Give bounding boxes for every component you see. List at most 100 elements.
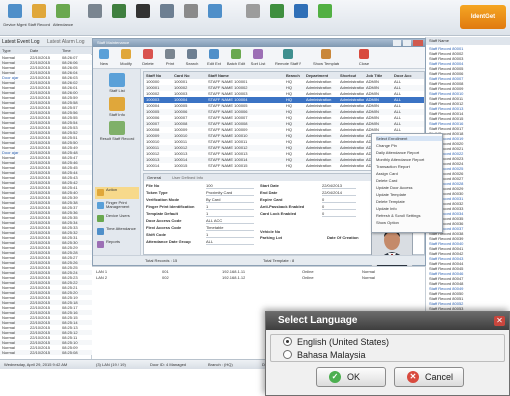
- detail-field-value[interactable]: ALL ACC: [206, 218, 254, 224]
- dialog-close-icon[interactable]: ✕: [494, 316, 505, 326]
- staff-record-button[interactable]: Staff Record: [28, 2, 50, 32]
- staff-info-icon[interactable]: [109, 97, 125, 111]
- staff-cell: 100011: [146, 145, 160, 150]
- staff-cell: HQ: [286, 79, 292, 84]
- col-date[interactable]: Date: [30, 48, 38, 53]
- detail-field-value[interactable]: 100: [206, 183, 254, 189]
- language-option-malay[interactable]: Bahasa Malaysia: [283, 349, 483, 361]
- chat-button[interactable]: [204, 2, 226, 32]
- grid-col-header[interactable]: Staff Name: [208, 73, 229, 78]
- staff-toolbar-modify-button[interactable]: Modify: [117, 48, 135, 68]
- radio-malay[interactable]: [283, 350, 292, 359]
- next-arrow-button[interactable]: [314, 2, 336, 32]
- device-mgmt-button[interactable]: Device Mgmt: [3, 2, 27, 32]
- detail-field-value[interactable]: 0: [322, 204, 356, 210]
- attendance-button[interactable]: Attendance: [52, 2, 74, 32]
- staff-nav-item[interactable]: Device Users: [95, 213, 139, 225]
- toolbar-action-icon: [143, 49, 153, 59]
- detail-field-value[interactable]: By Card: [206, 197, 254, 203]
- door-button[interactable]: [108, 2, 130, 32]
- staff-toolbar-search-button[interactable]: Search: [183, 48, 201, 68]
- dialog-titlebar[interactable]: Select Language ✕: [266, 312, 509, 330]
- grid-col-header[interactable]: Shortcut: [340, 73, 356, 78]
- detail-field-value[interactable]: Proximity Card: [206, 190, 254, 196]
- device-row[interactable]: LAN 2 002 192.168.1.12 Online Normal: [92, 275, 425, 281]
- nav-icon: [97, 202, 104, 209]
- context-menu-item[interactable]: Transaction Report: [376, 164, 442, 169]
- minimize-icon[interactable]: [393, 40, 401, 46]
- staff-cell: Administration: [306, 109, 332, 114]
- staff-toolbar-show-template-of-enrollment-button[interactable]: Show Template Of Enrollment: [313, 48, 339, 68]
- toolbar-action-icon: [359, 49, 369, 59]
- side-result-record[interactable]: Result Staff Record: [95, 136, 139, 141]
- detail-field-value[interactable]: 1: [206, 211, 254, 217]
- context-menu-item[interactable]: Daily Attendance Report: [376, 150, 442, 155]
- staff-nav-item[interactable]: Reports: [95, 239, 139, 251]
- staff-toolbar-remote-staff-record-button[interactable]: Remote Staff Record: [275, 48, 301, 68]
- staff-toolbar-new-button[interactable]: New: [95, 48, 113, 68]
- grid-col-header[interactable]: Door Acc: [394, 73, 412, 78]
- export-button[interactable]: [266, 2, 288, 32]
- search-button[interactable]: [156, 2, 178, 32]
- printer-button[interactable]: [84, 2, 106, 32]
- result-record-icon[interactable]: [109, 121, 125, 135]
- context-menu-item[interactable]: Update Template: [376, 192, 442, 197]
- detail-field-value[interactable]: 0: [322, 197, 356, 203]
- staff-toolbar-close-button[interactable]: Close: [355, 48, 373, 68]
- context-menu-item[interactable]: Delete Card: [376, 178, 442, 183]
- grid-col-header[interactable]: Card No: [174, 73, 190, 78]
- grid-col-header[interactable]: Staff No: [146, 73, 161, 78]
- grid-col-header[interactable]: Job Title: [366, 73, 382, 78]
- context-menu-item[interactable]: Change Pin: [376, 143, 442, 148]
- detail-field-value[interactable]: 1: [206, 232, 254, 238]
- staff-nav-item[interactable]: Finger Print Management: [95, 200, 139, 212]
- camera-button[interactable]: [132, 2, 154, 32]
- staff-toolbar-edit-ext-button[interactable]: Edit Ext: [205, 48, 223, 68]
- staff-window-titlebar[interactable]: Staff Maintenance: [93, 39, 425, 47]
- staff-nav-item[interactable]: Action: [95, 187, 139, 199]
- context-menu-item[interactable]: Update Info: [376, 206, 442, 211]
- detail-field-value[interactable]: 22/04/2014: [322, 190, 356, 196]
- grid-col-header[interactable]: Branch: [286, 73, 300, 78]
- col-type[interactable]: Type: [2, 48, 11, 53]
- language-option-english[interactable]: English (United States): [283, 336, 483, 348]
- context-menu-item[interactable]: Show Option: [376, 220, 442, 225]
- radio-english[interactable]: [283, 337, 292, 346]
- col-time[interactable]: Time: [62, 48, 71, 53]
- detail-field-value[interactable]: 0: [322, 211, 356, 217]
- key-button[interactable]: [242, 2, 264, 32]
- window-close-icon[interactable]: [413, 40, 423, 46]
- staff-toolbar-print-button[interactable]: Print: [161, 48, 179, 68]
- context-menu-item[interactable]: Delete Template: [376, 199, 442, 204]
- staff-toolbar-sort-list-button[interactable]: Sort List: [249, 48, 267, 68]
- maximize-icon[interactable]: [403, 40, 411, 46]
- context-menu-item[interactable]: Monthly Attendance Report: [376, 157, 442, 162]
- staff-cell: STAFF NAME 100012: [208, 145, 248, 150]
- help-button[interactable]: [290, 2, 312, 32]
- staff-cell: Administration: [306, 163, 332, 168]
- context-menu-item[interactable]: Assign Card: [376, 171, 442, 176]
- tools-button[interactable]: [180, 2, 202, 32]
- context-menu-item[interactable]: Select Enrollment: [376, 136, 442, 141]
- context-menu-item[interactable]: Update Door Access: [376, 185, 442, 190]
- side-staff-info[interactable]: Staff Info: [95, 112, 139, 117]
- staff-toolbar-delete-button[interactable]: Delete: [139, 48, 157, 68]
- staff-list-icon[interactable]: [109, 73, 125, 87]
- tab-general[interactable]: General: [147, 175, 161, 180]
- tab-latest-event-log[interactable]: Latest Event Log: [2, 39, 46, 45]
- tab-latest-alarm-log[interactable]: Latest Alarm Log: [47, 39, 91, 45]
- detail-field-value[interactable]: 22/04/2013: [322, 183, 356, 189]
- tab-user-defined[interactable]: User Defined Info: [172, 175, 203, 180]
- detail-field-value[interactable]: 1: [206, 204, 254, 210]
- staff-toolbar-batch-edit-button[interactable]: Batch Edit: [227, 48, 245, 68]
- staff-nav-item[interactable]: Time Attendance: [95, 226, 139, 238]
- detail-field-value[interactable]: Timetable: [206, 225, 254, 231]
- log-row[interactable]: Normal 22/10/2015 08:25:08: [0, 350, 92, 355]
- side-staff-list[interactable]: Staff List: [95, 88, 139, 93]
- context-menu-item[interactable]: Refresh & Scroll Settings: [376, 213, 442, 218]
- detail-field-value[interactable]: ALL: [206, 239, 254, 245]
- ok-button[interactable]: ✓ OK: [316, 367, 386, 387]
- staff-cell: 100012: [174, 145, 188, 150]
- grid-col-header[interactable]: Department: [306, 73, 328, 78]
- cancel-button[interactable]: ✕ Cancel: [394, 367, 464, 387]
